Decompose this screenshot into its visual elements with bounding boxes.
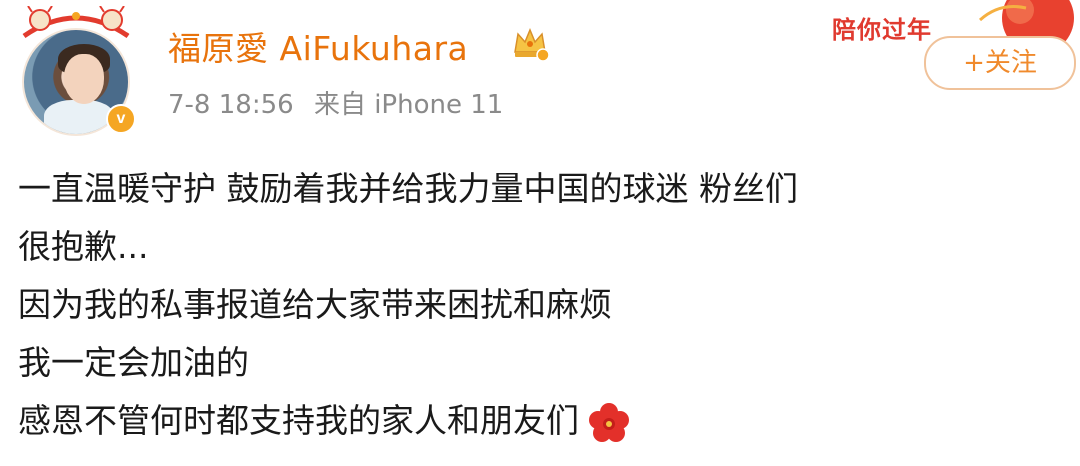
- post-line: 很抱歉...: [18, 227, 149, 266]
- crown-badge-icon[interactable]: [510, 22, 550, 62]
- avatar-container[interactable]: v: [14, 6, 138, 136]
- timestamp[interactable]: 7-8 18:56: [168, 90, 294, 120]
- red-flower-emoji-icon: [589, 402, 629, 442]
- post-line: 因为我的私事报道给大家带来困扰和麻烦: [18, 285, 612, 324]
- post-line: 一直温暖守护 鼓励着我并给我力量中国的球迷 粉丝们: [18, 169, 798, 208]
- post-meta: 7-8 18:56 来自 iPhone 11: [168, 84, 515, 121]
- new-year-banner-text: 陪你过年: [832, 16, 932, 44]
- follow-button[interactable]: +关注: [924, 36, 1076, 90]
- post-line: 我一定会加油的: [18, 343, 249, 382]
- username[interactable]: 福原愛 AiFukuhara: [168, 22, 468, 70]
- avatar-face-shape: [64, 54, 104, 104]
- post-line-with-emoji: 感恩不管何时都支持我的家人和朋友们: [18, 392, 1068, 450]
- avatar-body-shape: [44, 100, 114, 134]
- verified-icon: v: [106, 104, 136, 134]
- post-line: 感恩不管何时都支持我的家人和朋友们: [18, 401, 579, 440]
- post-content: 一直温暖守护 鼓励着我并给我力量中国的球迷 粉丝们 很抱歉... 因为我的私事报…: [18, 160, 1068, 450]
- weibo-post: v 福原愛 AiFukuhara 7-8 18:56 来自 iPhone 11 …: [0, 0, 1080, 466]
- post-source: 来自 iPhone 11: [313, 90, 504, 120]
